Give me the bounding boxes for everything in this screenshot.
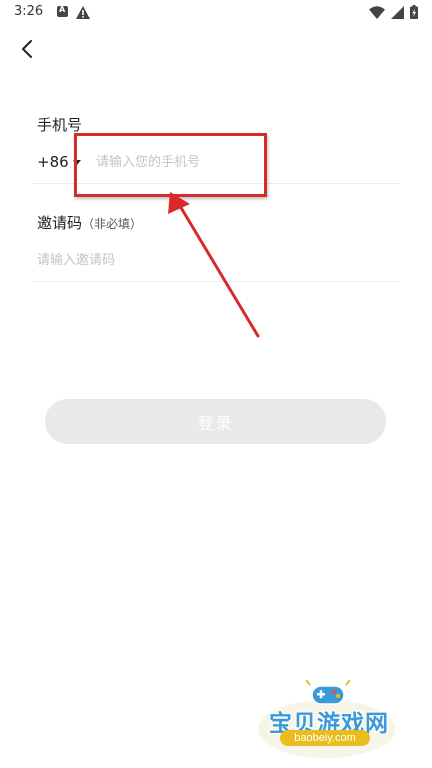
invite-code-input[interactable] xyxy=(37,246,387,274)
signal-icon xyxy=(391,4,404,23)
battery-charging-icon xyxy=(410,4,418,23)
phone-label: 手机号 xyxy=(37,116,83,134)
invite-label-text: 邀请码 xyxy=(37,214,83,232)
chevron-left-icon xyxy=(22,40,32,58)
phone-input[interactable] xyxy=(96,148,386,176)
status-right-icons xyxy=(369,4,418,23)
warning-icon xyxy=(76,4,90,23)
invite-label: 邀请码（非必填） xyxy=(37,212,142,233)
invite-optional-hint: （非必填） xyxy=(82,217,143,231)
wifi-icon xyxy=(369,4,385,23)
phone-divider xyxy=(32,183,400,184)
a-notification-icon xyxy=(57,5,68,17)
caret-down-icon xyxy=(72,160,81,165)
login-button[interactable]: 登录 xyxy=(45,399,386,444)
invite-divider xyxy=(32,281,400,282)
status-bar: 3:26 xyxy=(0,0,432,26)
status-time: 3:26 xyxy=(14,4,44,19)
watermark-logo: 宝贝游戏网 baobeiy.com xyxy=(254,679,404,760)
country-code-selector[interactable]: +86 xyxy=(37,153,81,171)
watermark-url: baobeiy.com xyxy=(280,730,370,746)
country-code-value: +86 xyxy=(37,153,69,171)
back-button[interactable] xyxy=(14,36,40,62)
login-screen: 3:26 A 手机号 +86 请输入您的手机号 邀请码（非必填） 请输入邀请码 … xyxy=(0,0,432,768)
